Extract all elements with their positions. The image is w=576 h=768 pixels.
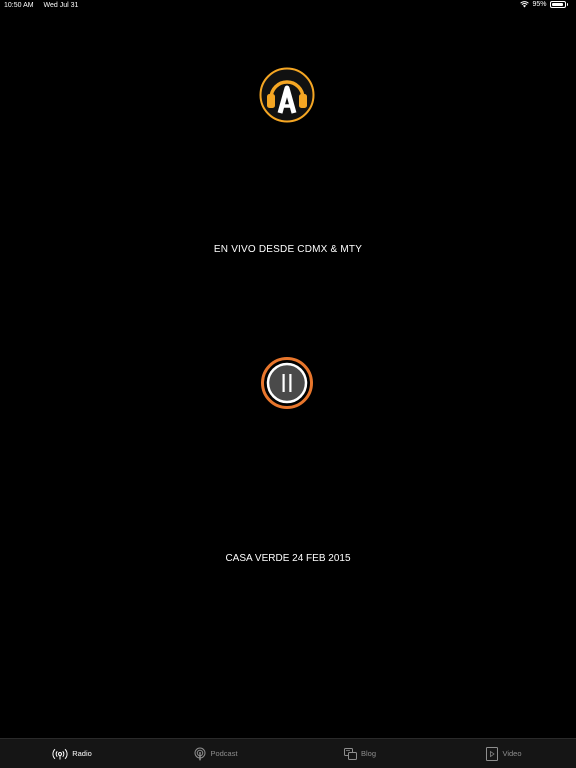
- status-bar: 10:50 AM Wed Jul 31 95%: [0, 0, 576, 12]
- now-playing-title: CASA VERDE 24 FEB 2015: [225, 553, 351, 564]
- status-time: 10:50 AM: [4, 2, 34, 9]
- battery-level: [551, 3, 563, 6]
- wifi-icon: [520, 1, 530, 8]
- podcast-icon: [194, 747, 206, 760]
- pause-button[interactable]: [261, 357, 313, 409]
- tab-blog[interactable]: Blog: [288, 739, 432, 768]
- radio-broadcast-icon: [52, 748, 68, 759]
- tab-podcast-label: Podcast: [210, 749, 238, 758]
- tab-video-label: Video: [502, 749, 522, 758]
- tab-video[interactable]: Video: [432, 739, 576, 768]
- battery-percent: 95%: [532, 1, 547, 8]
- video-icon: [486, 746, 499, 761]
- headphones-a-logo: [259, 67, 315, 123]
- tab-radio[interactable]: Radio: [0, 739, 144, 768]
- blog-icon: [343, 747, 357, 760]
- tab-radio-label: Radio: [72, 749, 92, 758]
- tab-blog-label: Blog: [360, 749, 376, 758]
- tab-podcast[interactable]: Podcast: [144, 739, 288, 768]
- tagline: EN VIVO DESDE CDMX & MTY: [213, 244, 363, 255]
- status-left: 10:50 AM Wed Jul 31: [4, 2, 86, 9]
- tab-bar: Radio Podcast Blog Video: [0, 738, 576, 768]
- status-right: 95%: [520, 1, 568, 8]
- battery-icon: [549, 1, 566, 8]
- status-date: Wed Jul 31: [43, 2, 79, 9]
- battery-tip: [566, 3, 568, 6]
